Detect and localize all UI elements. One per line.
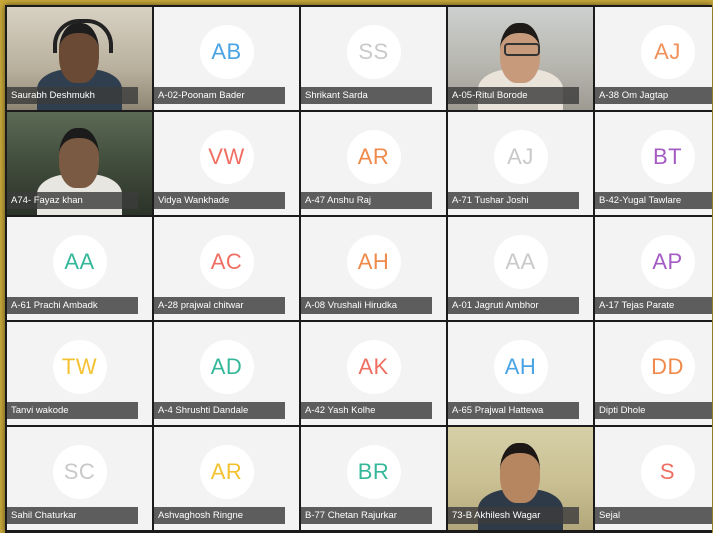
participant-tile[interactable]: AR A-47 Anshu Raj [301,112,446,215]
participant-tile[interactable]: BT B-42-Yugal Tawlare [595,112,712,215]
participant-name-label: A-65 Prajwal Hattewa [448,402,579,419]
participant-tile[interactable]: AK A-42 Yash Kolhe [301,322,446,425]
participant-avatar: AA [52,234,107,289]
participant-name-label: Dipti Dhole [595,402,712,419]
participant-avatar: AH [346,234,401,289]
participant-name-label: B-77 Chetan Rajurkar [301,507,432,524]
participant-name-label: A74- Fayaz khan [7,192,138,209]
participant-avatar: AJ [640,24,695,79]
participant-avatar: SC [52,444,107,499]
participant-name-label: Shrikant Sarda [301,87,432,104]
participant-tile[interactable]: Saurabh Deshmukh [7,7,152,110]
participant-name-label: A-17 Tejas Parate [595,297,712,314]
participant-avatar: AC [199,234,254,289]
participant-tile[interactable]: VW Vidya Wankhade [154,112,299,215]
participant-tile[interactable]: TW Tanvi wakode [7,322,152,425]
participant-tile[interactable]: AJ A-38 Om Jagtap [595,7,712,110]
participant-grid: Saurabh Deshmukh AB A-02-Poonam Bader SS Shr… [7,7,712,530]
participant-avatar: SS [346,24,401,79]
participant-avatar: AH [493,339,548,394]
participant-avatar: AA [493,234,548,289]
participant-tile[interactable]: AB A-02-Poonam Bader [154,7,299,110]
participant-tile[interactable]: A74- Fayaz khan [7,112,152,215]
participant-name-label: A-01 Jagruti Ambhor [448,297,579,314]
glasses-icon [504,43,540,56]
participant-avatar: BT [640,129,695,184]
participant-tile[interactable]: SS Shrikant Sarda [301,7,446,110]
video-call-window: Saurabh Deshmukh AB A-02-Poonam Bader SS Shr… [5,5,712,533]
participant-name-label: A-05-Ritul Borode [448,87,579,104]
participant-avatar: AB [199,24,254,79]
participant-name-label: A-4 Shrushti Dandale [154,402,285,419]
participant-tile[interactable]: AD A-4 Shrushti Dandale [154,322,299,425]
participant-name-label: A-42 Yash Kolhe [301,402,432,419]
participant-name-label: A-28 prajwal chitwar [154,297,285,314]
participant-avatar: AK [346,339,401,394]
participant-tile[interactable]: AJ A-71 Tushar Joshi [448,112,593,215]
participant-name-label: Tanvi wakode [7,402,138,419]
participant-tile[interactable]: A-05-Ritul Borode [448,7,593,110]
participant-tile[interactable]: AA A-01 Jagruti Ambhor [448,217,593,320]
participant-tile[interactable]: SC Sahil Chaturkar [7,427,152,530]
participant-avatar: VW [199,129,254,184]
participant-avatar: BR [346,444,401,499]
participant-avatar: AR [199,444,254,499]
participant-avatar: S [640,444,695,499]
participant-tile[interactable]: BR B-77 Chetan Rajurkar [301,427,446,530]
participant-name-label: A-38 Om Jagtap [595,87,712,104]
participant-name-label: Saurabh Deshmukh [7,87,138,104]
participant-name-label: A-08 Vrushali Hirudka [301,297,432,314]
participant-tile[interactable]: AP A-17 Tejas Parate [595,217,712,320]
participant-avatar: TW [52,339,107,394]
participant-name-label: Sejal [595,507,712,524]
participant-avatar: AR [346,129,401,184]
participant-name-label: Vidya Wankhade [154,192,285,209]
participant-tile[interactable]: AA A-61 Prachi Ambadk [7,217,152,320]
participant-name-label: 73-B Akhilesh Wagar [448,507,579,524]
participant-avatar: AD [199,339,254,394]
participant-name-label: Ashvaghosh Ringne [154,507,285,524]
participant-tile[interactable]: AC A-28 prajwal chitwar [154,217,299,320]
participant-tile[interactable]: DD Dipti Dhole [595,322,712,425]
participant-tile[interactable]: AH A-08 Vrushali Hirudka [301,217,446,320]
participant-tile[interactable]: AR Ashvaghosh Ringne [154,427,299,530]
participant-tile[interactable]: AH A-65 Prajwal Hattewa [448,322,593,425]
participant-tile[interactable]: 73-B Akhilesh Wagar [448,427,593,530]
participant-name-label: A-71 Tushar Joshi [448,192,579,209]
participant-name-label: A-61 Prachi Ambadk [7,297,138,314]
participant-tile[interactable]: S Sejal [595,427,712,530]
participant-name-label: A-02-Poonam Bader [154,87,285,104]
participant-name-label: A-47 Anshu Raj [301,192,432,209]
participant-name-label: Sahil Chaturkar [7,507,138,524]
participant-avatar: DD [640,339,695,394]
participant-avatar: AJ [493,129,548,184]
participant-name-label: B-42-Yugal Tawlare [595,192,712,209]
participant-face [59,128,99,188]
participant-face [500,443,540,503]
participant-avatar: AP [640,234,695,289]
